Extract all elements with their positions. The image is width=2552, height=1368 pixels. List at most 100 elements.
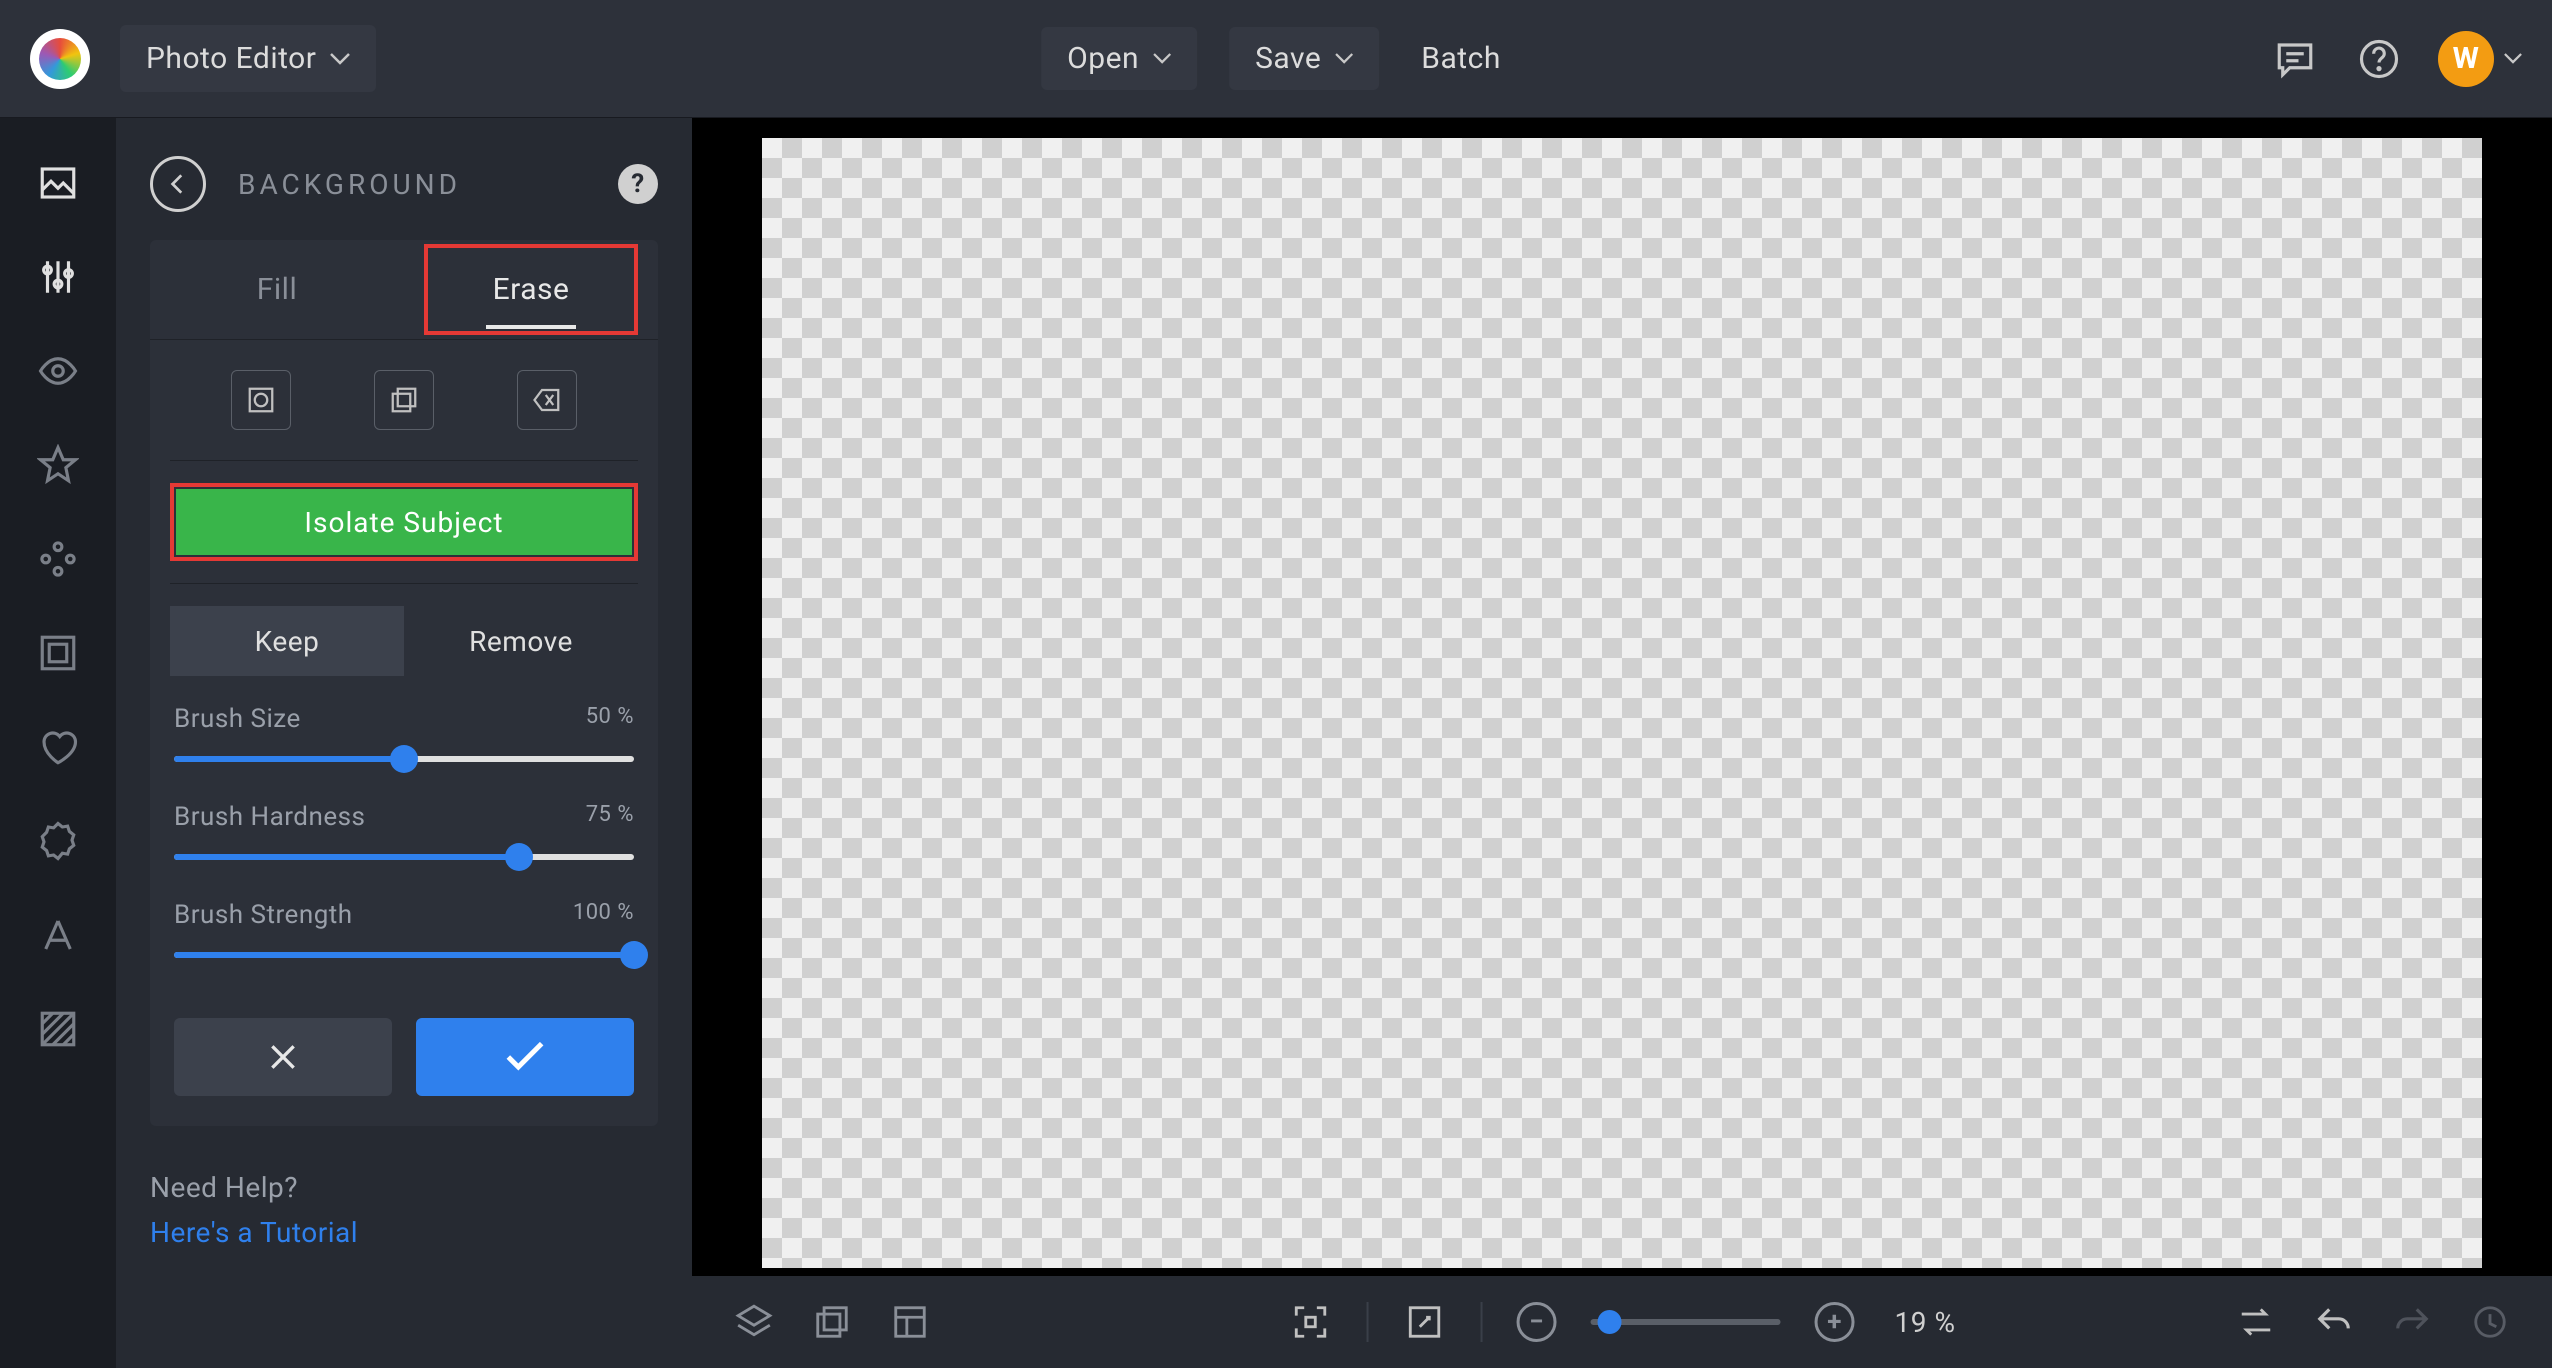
tab-erase[interactable]: Erase — [404, 240, 658, 339]
main: BACKGROUND ? Fill Erase — [0, 118, 2552, 1368]
remove-label: Remove — [469, 625, 573, 658]
zoom-slider[interactable] — [1591, 1319, 1781, 1325]
isolate-subject-button[interactable]: Isolate Subject — [176, 489, 632, 555]
help-question: Need Help? — [150, 1166, 658, 1211]
tab-fill-label: Fill — [257, 272, 297, 307]
keep-button[interactable]: Keep — [170, 606, 404, 676]
logo-wheel-icon — [39, 38, 81, 80]
divider — [170, 583, 638, 584]
help-icon[interactable] — [2354, 34, 2404, 84]
back-button[interactable] — [150, 156, 206, 212]
save-button[interactable]: Save — [1229, 27, 1379, 90]
open-button[interactable]: Open — [1041, 27, 1197, 90]
rail-adjustments-icon[interactable] — [33, 252, 83, 302]
avatar: W — [2438, 31, 2494, 87]
close-icon — [267, 1041, 299, 1073]
comments-icon[interactable] — [2270, 34, 2320, 84]
zoom-in-button[interactable]: + — [1815, 1302, 1855, 1342]
rail-badge-icon[interactable] — [33, 816, 83, 866]
help-tutorial-link[interactable]: Here's a Tutorial — [150, 1211, 658, 1256]
tool-icon-row — [170, 340, 638, 461]
slider-thumb[interactable] — [505, 843, 533, 871]
topbar: Photo Editor Open Save Batch — [0, 0, 2552, 118]
brush-size-label: Brush Size — [174, 704, 301, 734]
avatar-initial: W — [2453, 41, 2480, 76]
slider-brush-strength: Brush Strength 100 % — [174, 900, 634, 970]
history-icon[interactable] — [2468, 1300, 2512, 1344]
fit-screen-icon[interactable] — [1289, 1300, 1333, 1344]
rail-frame-icon[interactable] — [33, 628, 83, 678]
chevron-down-icon — [2504, 53, 2522, 64]
brush-strength-label: Brush Strength — [174, 900, 353, 930]
open-label: Open — [1067, 41, 1139, 76]
bottom-bar-left — [732, 1300, 932, 1344]
brush-strength-value: 100 % — [573, 900, 634, 930]
help-text: Need Help? Here's a Tutorial — [150, 1166, 658, 1256]
rail-image-icon[interactable] — [33, 158, 83, 208]
left-rail — [0, 118, 116, 1368]
panel-header: BACKGROUND ? — [150, 156, 658, 212]
brush-hardness-value: 75 % — [586, 802, 634, 832]
side-panel: BACKGROUND ? Fill Erase — [116, 118, 692, 1368]
panel-help-icon[interactable]: ? — [618, 164, 658, 204]
divider — [1367, 1302, 1369, 1342]
tab-erase-label: Erase — [493, 272, 570, 307]
tool-delete-icon[interactable] — [517, 370, 577, 430]
isolate-subject-wrap: Isolate Subject — [170, 483, 638, 561]
bottom-bar: − + 19 % — [692, 1276, 2552, 1368]
slider-thumb[interactable] — [1598, 1310, 1622, 1334]
cancel-button[interactable] — [174, 1018, 392, 1096]
keep-remove-toggle: Keep Remove — [170, 606, 638, 676]
rail-texture-icon[interactable] — [33, 1004, 83, 1054]
bottom-bar-right — [2234, 1300, 2512, 1344]
panel-title: BACKGROUND — [238, 168, 461, 201]
divider — [1481, 1302, 1483, 1342]
shuffle-icon[interactable] — [2234, 1300, 2278, 1344]
user-menu[interactable]: W — [2438, 31, 2522, 87]
rail-dots-icon[interactable] — [33, 534, 83, 584]
app-title-label: Photo Editor — [146, 41, 316, 76]
keep-label: Keep — [255, 625, 320, 658]
isolate-subject-label: Isolate Subject — [304, 506, 503, 539]
remove-button[interactable]: Remove — [404, 606, 638, 676]
rail-text-icon[interactable] — [33, 910, 83, 960]
undo-icon[interactable] — [2312, 1300, 2356, 1344]
brush-hardness-slider[interactable] — [174, 842, 634, 872]
chevron-down-icon — [1153, 53, 1171, 64]
tab-row: Fill Erase — [150, 240, 658, 340]
rail-star-icon[interactable] — [33, 440, 83, 490]
chevron-down-icon — [1335, 53, 1353, 64]
tool-target-icon[interactable] — [231, 370, 291, 430]
canvas-transparent-bg[interactable] — [762, 138, 2482, 1268]
batch-button[interactable]: Batch — [1411, 27, 1511, 90]
tab-fill[interactable]: Fill — [150, 240, 404, 339]
zoom-value: 19 % — [1895, 1306, 1956, 1339]
canvas-area: − + 19 % — [692, 118, 2552, 1368]
compare-icon[interactable] — [810, 1300, 854, 1344]
topbar-right: W — [2270, 31, 2522, 87]
slider-brush-size: Brush Size 50 % — [174, 704, 634, 774]
confirm-row — [174, 1018, 634, 1096]
app-logo[interactable] — [30, 29, 90, 89]
brush-size-slider[interactable] — [174, 744, 634, 774]
layers-icon[interactable] — [732, 1300, 776, 1344]
brush-strength-slider[interactable] — [174, 940, 634, 970]
apply-button[interactable] — [416, 1018, 634, 1096]
batch-label: Batch — [1421, 41, 1501, 76]
rail-eye-icon[interactable] — [33, 346, 83, 396]
bottom-bar-center: − + 19 % — [1289, 1300, 1956, 1344]
actual-size-icon[interactable] — [1403, 1300, 1447, 1344]
layout-icon[interactable] — [888, 1300, 932, 1344]
panel-card: Fill Erase — [150, 240, 658, 1126]
slider-brush-hardness: Brush Hardness 75 % — [174, 802, 634, 872]
rail-heart-icon[interactable] — [33, 722, 83, 772]
save-label: Save — [1255, 41, 1321, 76]
slider-thumb[interactable] — [390, 745, 418, 773]
app-title-dropdown[interactable]: Photo Editor — [120, 25, 376, 92]
brush-hardness-label: Brush Hardness — [174, 802, 365, 832]
zoom-out-button[interactable]: − — [1517, 1302, 1557, 1342]
tool-layers-icon[interactable] — [374, 370, 434, 430]
slider-thumb[interactable] — [620, 941, 648, 969]
check-icon — [505, 1042, 545, 1072]
redo-icon[interactable] — [2390, 1300, 2434, 1344]
